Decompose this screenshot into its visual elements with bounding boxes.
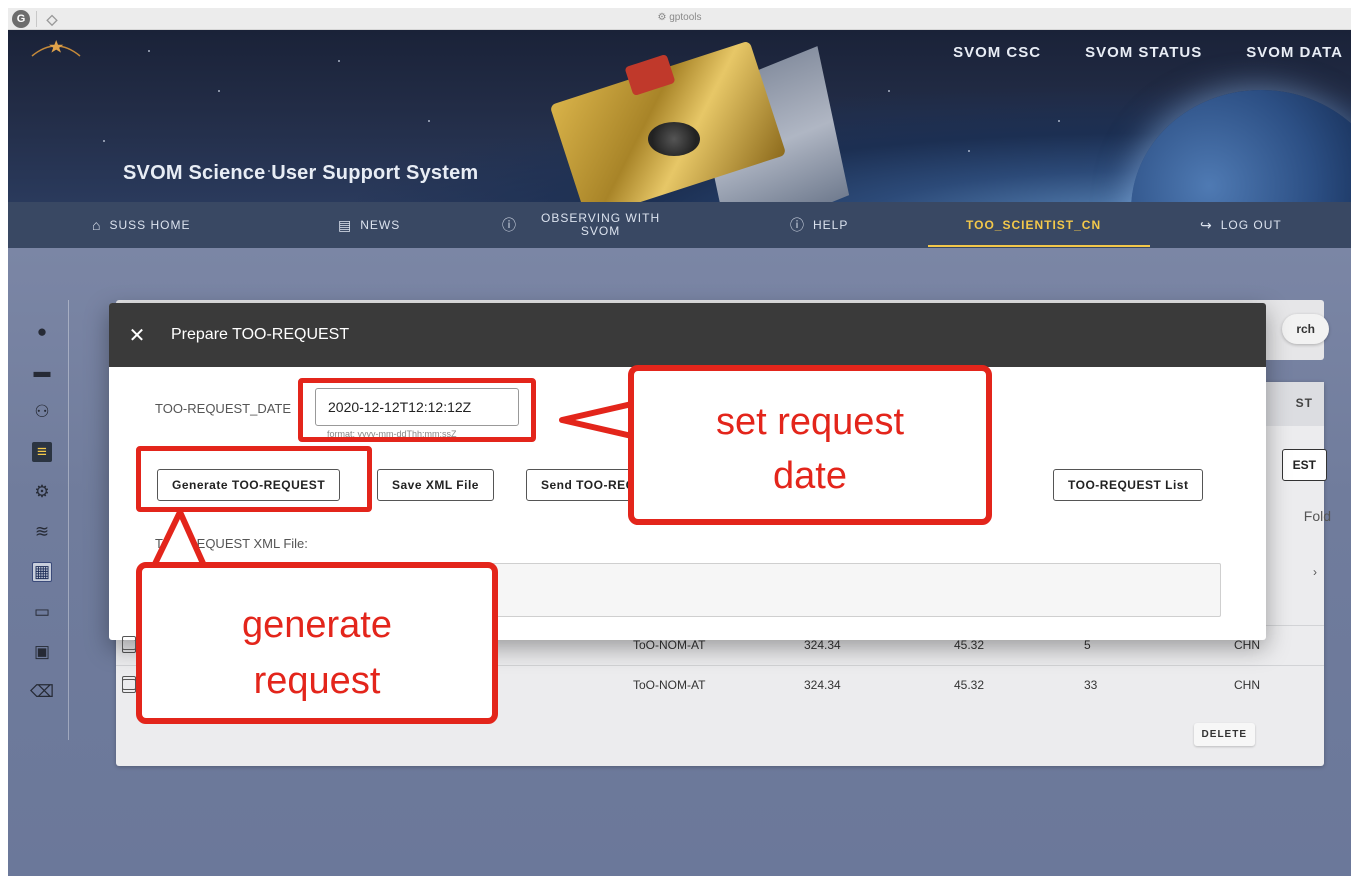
row-dec: 45.32 <box>954 638 985 652</box>
app-root: G ◇ ⚙ gptools SVOM Science User Support … <box>0 0 1351 876</box>
nav-observing-text: OBSERVING WITH SVOM <box>541 212 660 238</box>
dialog-title: Prepare TOO-REQUEST <box>171 326 350 343</box>
fold-label[interactable]: Fold <box>1304 508 1331 524</box>
nav-observing[interactable]: ⓘ OBSERVING WITH SVOM <box>502 202 660 248</box>
row-checkbox[interactable] <box>122 636 136 650</box>
nav-suss-home[interactable]: ⌂ SUSS HOME <box>92 202 190 248</box>
person-icon: ● <box>36 322 48 341</box>
too-request-list-button[interactable]: TOO-REQUEST List <box>1053 469 1204 501</box>
nav-label: HELP <box>813 218 849 232</box>
sidebar-divider <box>68 300 69 740</box>
trash-icon: ⌫ <box>29 682 55 701</box>
sidebar-item-chat[interactable]: ▬ <box>24 352 60 392</box>
link-svom-status[interactable]: SVOM STATUS <box>1085 44 1202 61</box>
request-button[interactable]: EST <box>1281 449 1327 481</box>
nav-label: NEWS <box>360 218 401 232</box>
callout-generate-request: generate request <box>136 562 498 724</box>
help-circle-icon: ⓘ <box>502 217 517 233</box>
window-title: ⚙ gptools <box>657 12 702 23</box>
chat-icon: ▬ <box>33 362 51 381</box>
chevron-icon[interactable]: › <box>1313 565 1317 579</box>
callout-arrow-icon <box>559 400 636 440</box>
star <box>103 140 105 142</box>
help-icon: ⓘ <box>790 217 805 233</box>
sidebar-item-document[interactable]: ▦ <box>24 552 60 592</box>
sidebar-item-laptop[interactable]: ▭ <box>24 592 60 632</box>
date-field-label: TOO-REQUEST_DATE <box>155 401 292 416</box>
callout-set-request-date: set request date <box>628 365 992 525</box>
row-count: 5 <box>1084 638 1091 652</box>
star <box>148 50 150 52</box>
delete-button[interactable]: DELETE <box>1193 723 1255 746</box>
home-icon: ⌂ <box>92 217 102 233</box>
row-country: CHN <box>1234 638 1260 652</box>
dialog-header: ✕ Prepare TOO-REQUEST <box>109 303 1266 367</box>
gear-icon: ⚙ <box>657 12 670 23</box>
row-ra: 324.34 <box>804 678 841 692</box>
star <box>968 150 970 152</box>
annotation-generate-box <box>136 446 372 512</box>
nav-label: SVOM <box>580 224 621 238</box>
nav-log-out[interactable]: ↪ LOG OUT <box>1200 202 1282 248</box>
sidebar-item-trash[interactable]: ⌫ <box>24 672 60 712</box>
nav-label: SUSS HOME <box>109 218 191 232</box>
sidebar-item-person[interactable]: ● <box>24 312 60 352</box>
nav-help[interactable]: ⓘ HELP <box>790 202 848 248</box>
sidebar-item-settings[interactable]: ⚙ <box>24 472 60 512</box>
row-checkbox[interactable] <box>122 676 136 690</box>
site-title: SVOM Science User Support System <box>123 162 479 184</box>
nav-label: LOG OUT <box>1220 218 1282 232</box>
list-icon: ≡ <box>32 442 52 462</box>
sidebar-item-group[interactable]: ⚇ <box>24 392 60 432</box>
archive-icon: ▣ <box>33 642 51 661</box>
document-icon: ▦ <box>32 562 52 582</box>
star <box>1058 120 1060 122</box>
callout-line: request <box>253 660 381 702</box>
callout-line: date <box>773 455 847 497</box>
close-icon[interactable]: ✕ <box>109 323 165 348</box>
row-dec: 45.32 <box>954 678 985 692</box>
nav-news[interactable]: ▤ NEWS <box>338 202 400 248</box>
news-icon: ▤ <box>338 216 353 233</box>
search-button[interactable]: rch <box>1282 314 1329 344</box>
save-xml-file-button[interactable]: Save XML File <box>377 469 494 501</box>
database-icon: ≋ <box>34 522 50 541</box>
nav-label: TOO_SCIENTIST_CN <box>966 218 1102 232</box>
top-links: SVOM CSC SVOM STATUS SVOM DATA <box>953 44 1343 61</box>
main-nav: ⌂ SUSS HOME ▤ NEWS ⓘ OBSERVING WITH SVOM… <box>8 202 1351 248</box>
settings-icon: ⚙ <box>34 482 50 501</box>
star <box>218 90 220 92</box>
left-sidebar: ● ▬ ⚇ ≡ ⚙ ≋ ▦ ▭ ▣ ⌫ <box>24 312 60 712</box>
callout-line: generate <box>241 604 392 646</box>
results-header-text: ST <box>1295 396 1313 410</box>
hero-banner: SVOM Science User Support System SVOM CS… <box>8 30 1351 202</box>
svom-logo-icon[interactable] <box>28 34 84 64</box>
sidebar-item-database[interactable]: ≋ <box>24 512 60 552</box>
sidebar-item-archive[interactable]: ▣ <box>24 632 60 672</box>
row-ra: 324.34 <box>804 638 841 652</box>
star <box>888 90 890 92</box>
star <box>338 60 340 62</box>
active-tab-indicator <box>928 245 1150 247</box>
row-type: ToO-NOM-AT <box>633 638 706 652</box>
window-titlebar: G ◇ ⚙ gptools <box>8 8 1351 30</box>
row-type: ToO-NOM-AT <box>633 678 706 692</box>
earth-image <box>1131 90 1351 202</box>
row-country: CHN <box>1234 678 1260 692</box>
link-svom-csc[interactable]: SVOM CSC <box>953 44 1041 61</box>
satellite-dish <box>648 122 700 156</box>
link-svom-data[interactable]: SVOM DATA <box>1246 44 1343 61</box>
nav-too-scientist[interactable]: TOO_SCIENTIST_CN <box>966 202 1101 248</box>
annotation-date-box <box>298 378 536 442</box>
logout-icon: ↪ <box>1200 216 1213 233</box>
laptop-icon: ▭ <box>33 602 51 621</box>
row-count: 33 <box>1084 678 1098 692</box>
callout-line: set request <box>716 401 904 443</box>
group-icon: ⚇ <box>34 402 50 421</box>
star <box>428 120 430 122</box>
sidebar-item-list[interactable]: ≡ <box>24 432 60 472</box>
